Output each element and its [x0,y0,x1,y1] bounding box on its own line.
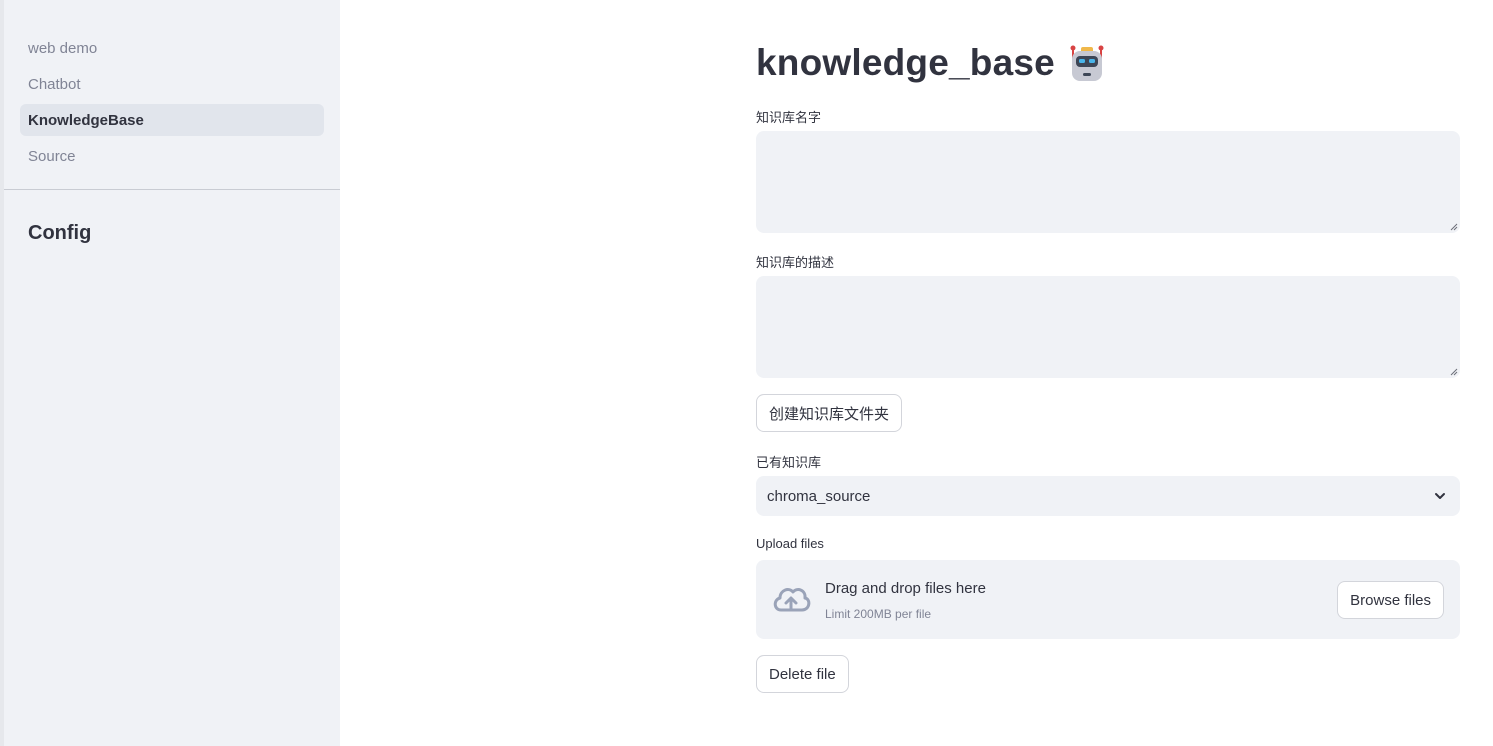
dropzone-limit: Limit 200MB per file [825,607,932,621]
robot-icon [1070,45,1104,81]
chevron-down-icon [1435,493,1445,499]
sidebar-nav: web demo Chatbot KnowledgeBase Source [20,32,324,176]
sidebar-item-chatbot[interactable]: Chatbot [20,68,324,100]
cloud-upload-icon [773,588,811,612]
existing-kb-selected-value: chroma_source [767,487,871,505]
sidebar: web demo Chatbot KnowledgeBase Source Co… [0,0,340,746]
resize-grip-icon[interactable] [1450,223,1458,231]
app-window: web demo Chatbot KnowledgeBase Source Co… [0,0,1493,746]
kb-name-textarea[interactable] [756,131,1460,233]
config-heading: Config [28,222,92,244]
page-title: knowledge_base [756,42,1055,83]
browse-files-button[interactable]: Browse files [1337,581,1444,619]
sidebar-item-web-demo[interactable]: web demo [20,32,324,64]
upload-files-label: Upload files [756,536,824,551]
kb-desc-label: 知识库的描述 [756,255,835,270]
kb-name-label: 知识库名字 [756,110,822,125]
file-dropzone[interactable]: Drag and drop files here Limit 200MB per… [756,560,1460,639]
title-row: knowledge_base [756,42,1107,84]
resize-grip-icon[interactable] [1450,368,1458,376]
sidebar-item-source[interactable]: Source [20,140,324,172]
delete-file-button[interactable]: Delete file [756,655,849,693]
sidebar-divider [4,189,340,190]
existing-kb-label: 已有知识库 [756,455,822,470]
kb-desc-textarea[interactable] [756,276,1460,378]
create-kb-folder-button[interactable]: 创建知识库文件夹 [756,394,903,432]
existing-kb-select[interactable]: chroma_source [756,476,1460,516]
dropzone-instruction: Drag and drop files here [825,580,986,597]
sidebar-item-knowledgebase[interactable]: KnowledgeBase [20,104,324,136]
